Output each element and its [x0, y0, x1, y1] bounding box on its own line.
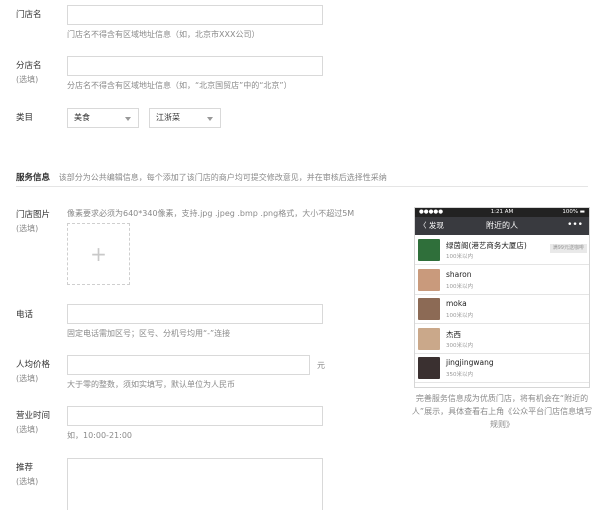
promo-tag: 满99元送咖啡: [549, 244, 587, 253]
avatar: [418, 268, 440, 291]
avatar: [418, 298, 440, 321]
phone-input[interactable]: [67, 304, 323, 324]
service-section-desc: 该部分为公共编辑信息，每个添加了该门店的商户均可提交修改意见，并在审核后选择性采…: [58, 173, 387, 182]
nav-title: 附近的人: [486, 221, 518, 230]
nearby-distance: 300米以内: [446, 342, 473, 349]
photos-label: 门店图片 (选填): [16, 210, 51, 233]
hours-label: 营业时间 (选填): [16, 411, 51, 434]
avatar: [418, 327, 440, 350]
avatar: [418, 357, 440, 380]
battery-icon: 100% ▬: [562, 209, 585, 215]
nearby-name: 杰西: [446, 329, 461, 339]
section-divider: [16, 186, 588, 187]
more-icon: •••: [567, 220, 583, 230]
preview-caption: 完善服务信息成为优质门店，将有机会在“附近的人”展示，具体查看右上角《公众平台门…: [411, 394, 593, 429]
service-section-title: 服务信息: [16, 173, 51, 183]
branch-name-hint: 分店名不得含有区域地址信息（如，“北京国贸店”中的“北京”）: [67, 81, 292, 90]
nearby-name: jingjingwang: [446, 358, 494, 368]
nearby-list-item: sharon 100米以内: [415, 265, 589, 295]
nearby-distance: 100米以内: [446, 254, 473, 260]
phone-status-bar: ●●●●● 1:21 AM 100% ▬: [415, 208, 589, 217]
category-label: 类目: [16, 113, 34, 123]
hours-hint: 如，10:00-21:00: [67, 431, 132, 440]
nearby-list-item: 杰西 300米以内: [415, 324, 589, 354]
nearby-distance: 350米以内: [446, 372, 473, 379]
branch-name-label: 分店名 (选填): [16, 61, 42, 84]
phone-label: 电话: [16, 310, 34, 320]
plus-icon: +: [90, 242, 107, 266]
nearby-name: moka: [446, 299, 467, 309]
category-primary-select[interactable]: 美食: [67, 108, 139, 128]
phone-nav-bar: 〈 发现 附近的人 •••: [415, 217, 589, 235]
store-name-label: 门店名: [16, 10, 42, 20]
avg-price-label: 人均价格 (选填): [16, 360, 51, 383]
recommend-label: 推荐 (选填): [16, 463, 39, 486]
avatar: [418, 239, 440, 261]
hours-input[interactable]: [67, 406, 323, 426]
nearby-name: 绿茵阁(港艺商务大厦店): [446, 241, 527, 250]
phone-hint: 固定电话需加区号；区号、分机号均用“-”连接: [67, 329, 231, 338]
nearby-list-item: moka 100米以内: [415, 295, 589, 325]
store-name-input[interactable]: [67, 5, 323, 25]
photos-hint: 像素要求必须为640*340像素，支持.jpg .jpeg .bmp .png格…: [67, 209, 355, 218]
nearby-preview-phone: ●●●●● 1:21 AM 100% ▬ 〈 发现 附近的人 ••• 绿茵阁(港…: [414, 207, 590, 388]
branch-name-input[interactable]: [67, 56, 323, 76]
avg-price-input[interactable]: [67, 355, 310, 375]
nearby-list-item: jingjingwang 350米以内: [415, 354, 589, 384]
avg-price-hint: 大于零的整数，须如实填写，默认单位为人民币: [67, 380, 235, 389]
category-secondary-select[interactable]: 江浙菜: [149, 108, 221, 128]
nearby-name: sharon: [446, 269, 472, 279]
nearby-list-item: 绿茵阁(港艺商务大厦店) 100米以内 满99元送咖啡: [415, 236, 589, 265]
avg-price-unit: 元: [317, 361, 325, 370]
nearby-distance: 100米以内: [446, 313, 473, 320]
chevron-down-icon: [125, 117, 131, 121]
photo-upload-button[interactable]: +: [67, 223, 130, 285]
store-name-hint: 门店名不得含有区域地址信息（如，北京市XXX公司）: [67, 30, 260, 39]
chevron-down-icon: [207, 117, 213, 121]
service-section-header: 服务信息 该部分为公共编辑信息，每个添加了该门店的商户均可提交修改意见，并在审核…: [16, 171, 387, 183]
nearby-distance: 100米以内: [446, 283, 473, 290]
recommend-textarea[interactable]: [67, 458, 323, 510]
